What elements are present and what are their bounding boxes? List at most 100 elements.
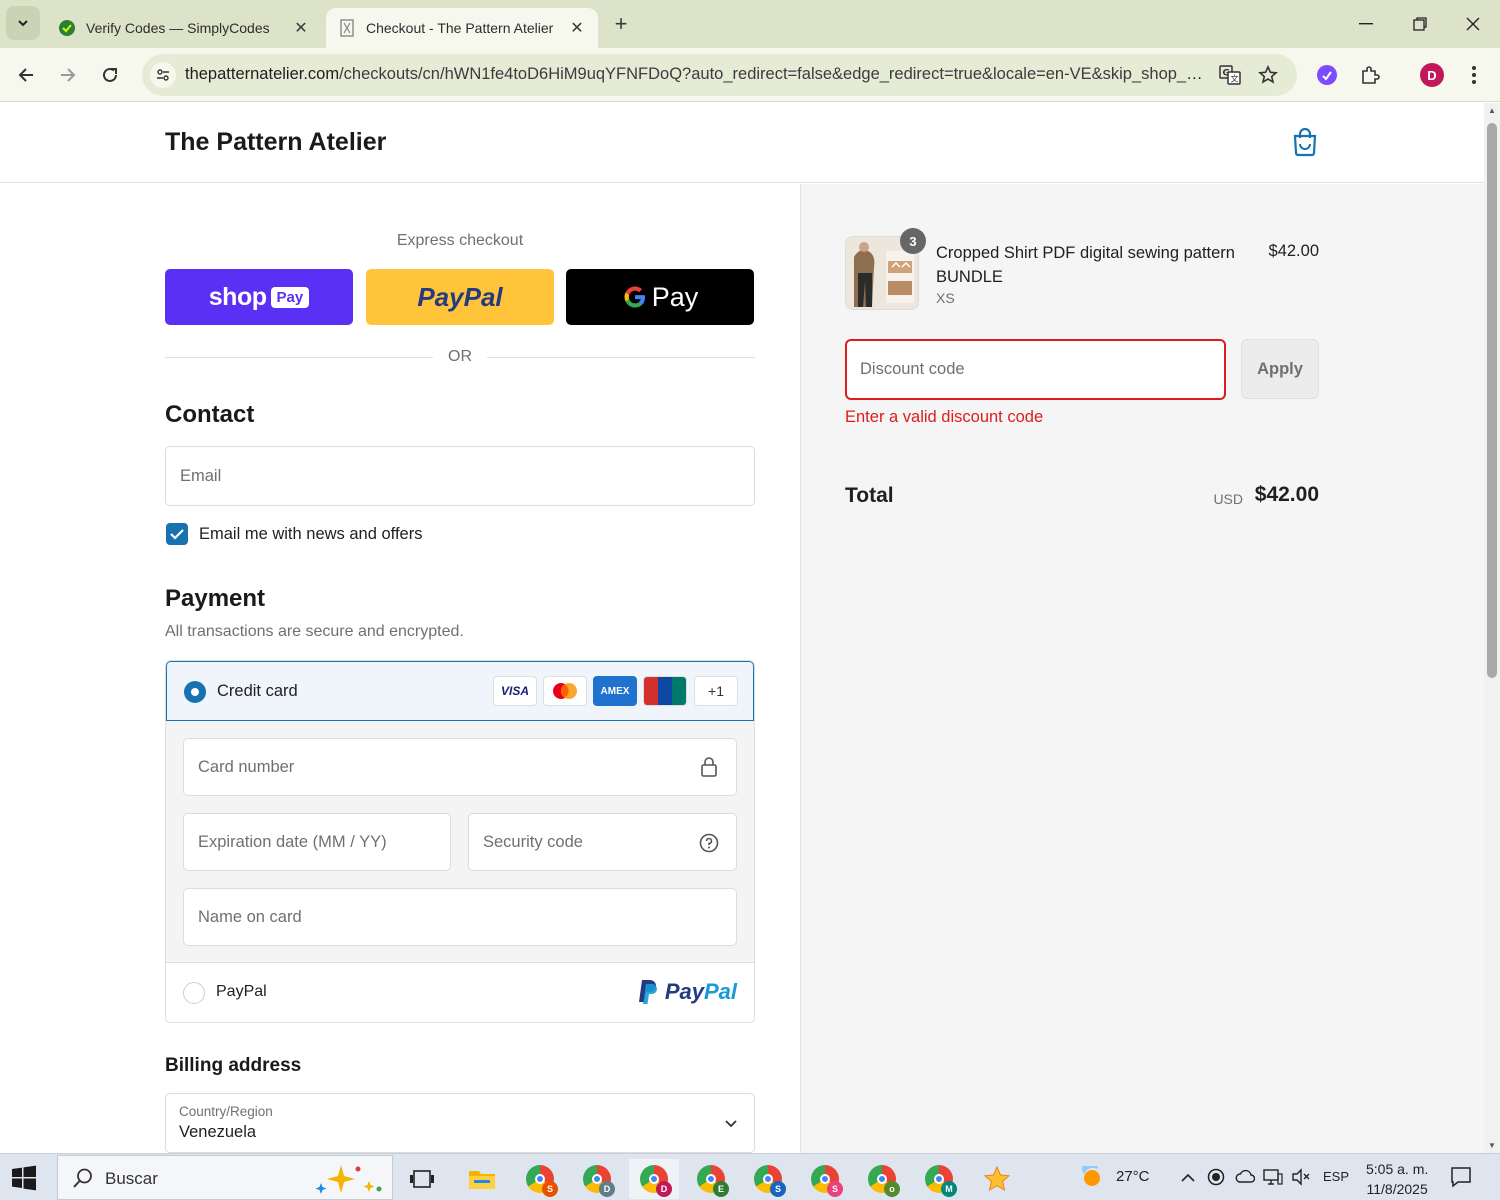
browser-toolbar: thepatternatelier.com/checkouts/cn/hWN1f… xyxy=(0,48,1500,102)
google-g-icon xyxy=(624,286,645,308)
input-language[interactable]: ESP xyxy=(1323,1169,1349,1184)
tab-simplycodes[interactable]: Verify Codes — SimplyCodes ✕ xyxy=(46,8,322,48)
product-price: $42.00 xyxy=(1268,242,1319,260)
paypal-wordmark: PayPal xyxy=(417,282,502,313)
close-tab-icon[interactable]: ✕ xyxy=(568,18,586,38)
url-host: thepatternatelier.com xyxy=(185,65,340,83)
favorites-star-app-icon[interactable] xyxy=(972,1159,1022,1199)
store-name[interactable]: The Pattern Atelier xyxy=(165,128,386,157)
puzzle-icon[interactable] xyxy=(1356,61,1384,89)
chrome-profile-s2-icon[interactable]: S xyxy=(743,1159,793,1199)
country-select[interactable]: Country/Region Venezuela xyxy=(165,1093,755,1153)
tab-search-button[interactable] xyxy=(6,6,40,40)
reload-button[interactable] xyxy=(94,59,126,91)
paypal-radio[interactable] xyxy=(183,982,205,1004)
notifications-icon[interactable] xyxy=(1450,1166,1472,1193)
translate-icon[interactable]: G文 xyxy=(1219,64,1241,86)
url-path: /checkouts/cn/hWN1fe4toD6HiM9uqYFNFDoQ?a… xyxy=(339,65,1205,83)
more-cards-badge: +1 xyxy=(694,676,738,706)
newsletter-checkbox[interactable] xyxy=(166,523,188,545)
credit-card-option[interactable]: Credit card VISA AMEX +1 xyxy=(166,661,754,721)
tab-checkout[interactable]: Checkout - The Pattern Atelier ✕ xyxy=(326,8,598,48)
chrome-profile-s3-icon[interactable]: S xyxy=(800,1159,850,1199)
newsletter-label[interactable]: Email me with news and offers xyxy=(199,525,422,544)
paypal-express-button[interactable]: PayPal xyxy=(366,269,554,325)
onedrive-cloud-icon[interactable] xyxy=(1235,1169,1256,1188)
page-scrollbar[interactable]: ▲ ▼ xyxy=(1484,103,1500,1153)
chrome-profile-d-active-icon[interactable]: D xyxy=(629,1159,679,1199)
system-clock[interactable]: 5:05 a. m. 11/8/2025 xyxy=(1366,1159,1428,1199)
name-on-card-field[interactable]: Name on card xyxy=(183,888,737,946)
svg-text:文: 文 xyxy=(1231,74,1239,84)
paypal-option[interactable]: PayPal PayPal xyxy=(166,963,754,1022)
payment-title: Payment xyxy=(165,585,266,612)
express-checkout-title: Express checkout xyxy=(396,232,524,249)
order-summary-panel xyxy=(800,184,1484,1153)
task-view-icon[interactable] xyxy=(397,1159,447,1199)
weather-temperature[interactable]: 27°C xyxy=(1116,1168,1150,1185)
security-code-field[interactable]: Security code xyxy=(468,813,737,871)
file-explorer-icon[interactable] xyxy=(457,1159,507,1199)
forward-icon xyxy=(61,68,76,82)
profile-avatar[interactable]: D xyxy=(1418,61,1446,89)
shopping-bag-icon[interactable] xyxy=(1291,127,1319,157)
new-tab-button[interactable]: + xyxy=(608,12,634,38)
taskbar-search[interactable]: Buscar xyxy=(57,1155,393,1200)
volume-muted-icon[interactable] xyxy=(1291,1168,1311,1191)
extension-icon[interactable] xyxy=(1313,61,1341,89)
quantity-badge: 3 xyxy=(900,228,926,254)
billing-address-title: Billing address xyxy=(165,1055,302,1076)
weather-icon[interactable] xyxy=(1080,1160,1106,1195)
credit-card-label: Credit card xyxy=(217,682,298,700)
discount-code-field[interactable]: Discount code xyxy=(845,339,1226,400)
close-tab-icon[interactable]: ✕ xyxy=(292,18,310,38)
chevron-down-icon xyxy=(725,1120,737,1128)
search-highlight-sparkle-icon xyxy=(315,1165,382,1194)
scroll-down-icon[interactable]: ▼ xyxy=(1487,1141,1497,1150)
chevron-down-icon xyxy=(18,20,28,27)
total-label: Total xyxy=(845,484,894,507)
card-number-field[interactable]: Card number xyxy=(183,738,737,796)
forward-button[interactable] xyxy=(52,59,84,91)
google-pay-label: Pay xyxy=(651,281,699,312)
card-number-placeholder: Card number xyxy=(198,757,295,776)
scrollbar-thumb[interactable] xyxy=(1487,123,1497,678)
checkmark-icon xyxy=(170,529,184,540)
restore-button[interactable] xyxy=(1393,0,1447,48)
url-text[interactable]: thepatternatelier.com/checkouts/cn/hWN1f… xyxy=(185,65,1205,84)
paypal-logo-icon: PayPal xyxy=(637,979,737,1005)
apply-discount-button[interactable]: Apply xyxy=(1241,339,1319,399)
windows-start-icon[interactable] xyxy=(10,1164,38,1192)
expiration-placeholder: Expiration date (MM / YY) xyxy=(198,832,387,851)
email-field[interactable]: Email xyxy=(165,446,755,506)
chrome-profile-m-icon[interactable]: M xyxy=(914,1159,964,1199)
country-label: Country/Region xyxy=(179,1104,273,1119)
show-hidden-icons-chevron-icon[interactable] xyxy=(1181,1170,1195,1188)
expiration-date-field[interactable]: Expiration date (MM / YY) xyxy=(183,813,451,871)
profile-initial: D xyxy=(1420,63,1444,87)
address-bar[interactable]: thepatternatelier.com/checkouts/cn/hWN1f… xyxy=(142,54,1297,96)
site-settings-icon[interactable] xyxy=(150,62,176,88)
back-button[interactable] xyxy=(10,59,42,91)
record-icon[interactable] xyxy=(1207,1168,1225,1191)
google-pay-button[interactable]: Pay xyxy=(566,269,754,325)
chrome-profile-o-icon[interactable]: o xyxy=(857,1159,907,1199)
pattern-atelier-favicon-icon xyxy=(338,19,356,37)
close-window-button[interactable] xyxy=(1446,0,1500,48)
chrome-profile-d-icon[interactable]: D xyxy=(572,1159,622,1199)
email-placeholder: Email xyxy=(180,466,222,485)
minimize-button[interactable] xyxy=(1339,0,1393,48)
help-icon[interactable] xyxy=(699,833,719,853)
menu-dots-icon[interactable] xyxy=(1460,61,1488,89)
chrome-profile-s-icon[interactable]: S xyxy=(515,1159,565,1199)
chrome-profile-e-icon[interactable]: E xyxy=(686,1159,736,1199)
unionpay-icon xyxy=(643,676,687,706)
or-divider: OR xyxy=(165,347,755,369)
network-icon[interactable] xyxy=(1263,1168,1283,1191)
scroll-up-icon[interactable]: ▲ xyxy=(1487,106,1497,115)
payment-methods: Credit card VISA AMEX +1 Card number Exp… xyxy=(165,660,755,1023)
credit-card-radio[interactable] xyxy=(184,681,206,703)
shop-pay-button[interactable]: shop Pay xyxy=(165,269,353,325)
bookmark-star-icon[interactable] xyxy=(1257,64,1279,86)
payment-subtitle: All transactions are secure and encrypte… xyxy=(165,623,464,640)
